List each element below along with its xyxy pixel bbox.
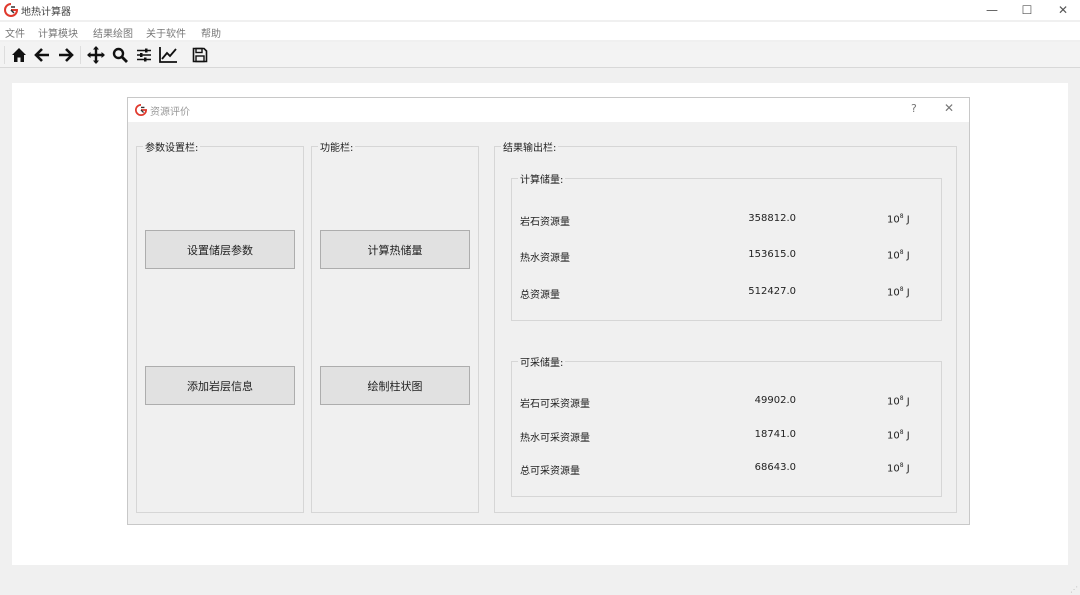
rock-resource-unit: 108 J xyxy=(887,213,910,226)
dialog-title: 资源评价 xyxy=(150,107,190,118)
menu-about[interactable]: 关于软件 xyxy=(146,25,186,40)
title-bar: 地热计算器 — ☐ ✕ xyxy=(0,0,1080,20)
zoom-icon[interactable] xyxy=(110,45,130,65)
back-arrow-icon[interactable] xyxy=(32,45,52,65)
water-resource-value: 153615.0 xyxy=(748,249,796,260)
home-icon[interactable] xyxy=(9,45,29,65)
water-recoverable-label: 热水可采资源量 xyxy=(520,433,590,444)
app-logo-icon xyxy=(4,3,18,17)
set-layer-params-button[interactable]: 设置储层参数 xyxy=(145,230,295,269)
minimize-button[interactable]: — xyxy=(978,2,1006,18)
water-resource-unit: 108 J xyxy=(887,249,910,262)
dialog-help-button[interactable]: ? xyxy=(911,102,917,115)
rock-recoverable-label: 岩石可采资源量 xyxy=(520,399,590,410)
recoverable-group: 可采储量: 岩石可采资源量 49902.0 108 J 热水可采资源量 1874… xyxy=(511,354,942,497)
menu-help[interactable]: 帮助 xyxy=(201,25,221,40)
water-recoverable-unit: 108 J xyxy=(887,429,910,442)
toolbar-separator xyxy=(80,46,81,64)
draw-bar-chart-button[interactable]: 绘制柱状图 xyxy=(320,366,470,405)
maximize-button[interactable]: ☐ xyxy=(1013,2,1041,18)
total-recoverable-label: 总可采资源量 xyxy=(520,466,580,477)
edit-axis-icon[interactable] xyxy=(158,45,178,65)
rock-resource-label: 岩石资源量 xyxy=(520,217,570,228)
close-button[interactable]: ✕ xyxy=(1049,2,1077,18)
total-resource-label: 总资源量 xyxy=(520,290,560,301)
add-rock-info-button[interactable]: 添加岩层信息 xyxy=(145,366,295,405)
total-resource-value: 512427.0 xyxy=(748,286,796,297)
rock-recoverable-unit: 108 J xyxy=(887,395,910,408)
total-resource-unit: 108 J xyxy=(887,286,910,299)
dialog-logo-icon xyxy=(135,104,147,116)
dialog-title-bar: 资源评价 ? ✕ xyxy=(128,98,969,122)
forward-arrow-icon[interactable] xyxy=(56,45,76,65)
water-recoverable-value: 18741.0 xyxy=(754,429,796,440)
total-recoverable-unit: 108 J xyxy=(887,462,910,475)
water-resource-label: 热水资源量 xyxy=(520,253,570,264)
params-group: 参数设置栏: 设置储层参数 添加岩层信息 xyxy=(136,139,304,513)
app-title: 地热计算器 xyxy=(21,7,71,18)
output-group: 结果输出栏: 计算储量: 岩石资源量 358812.0 108 J 热水资源量 … xyxy=(494,139,957,513)
output-group-title: 结果输出栏: xyxy=(501,139,559,154)
resource-evaluation-dialog: 资源评价 ? ✕ 参数设置栏: 设置储层参数 添加岩层信息 功能栏: 计算热储量… xyxy=(127,97,970,525)
configure-subplots-icon[interactable] xyxy=(134,45,154,65)
dialog-close-button[interactable]: ✕ xyxy=(944,101,954,115)
menu-calc-module[interactable]: 计算模块 xyxy=(38,25,78,40)
calc-heat-reserve-button[interactable]: 计算热储量 xyxy=(320,230,470,269)
reserve-group: 计算储量: 岩石资源量 358812.0 108 J 热水资源量 153615.… xyxy=(511,171,942,321)
reserve-group-title: 计算储量: xyxy=(518,171,566,186)
total-recoverable-value: 68643.0 xyxy=(754,462,796,473)
rock-recoverable-value: 49902.0 xyxy=(754,395,796,406)
menu-result-plot[interactable]: 结果绘图 xyxy=(93,25,133,40)
menu-bar: 文件 计算模块 结果绘图 关于软件 帮助 xyxy=(0,22,1080,40)
toolbar-separator xyxy=(4,46,5,64)
toolbar xyxy=(0,42,1080,68)
menu-file[interactable]: 文件 xyxy=(5,25,25,40)
rock-resource-value: 358812.0 xyxy=(748,213,796,224)
pan-icon[interactable] xyxy=(86,45,106,65)
function-group-title: 功能栏: xyxy=(318,139,356,154)
function-group: 功能栏: 计算热储量 绘制柱状图 xyxy=(311,139,479,513)
resize-grip-icon[interactable]: ⋰ xyxy=(1070,585,1078,594)
params-group-title: 参数设置栏: xyxy=(143,139,201,154)
recoverable-group-title: 可采储量: xyxy=(518,354,566,369)
save-icon[interactable] xyxy=(190,45,210,65)
